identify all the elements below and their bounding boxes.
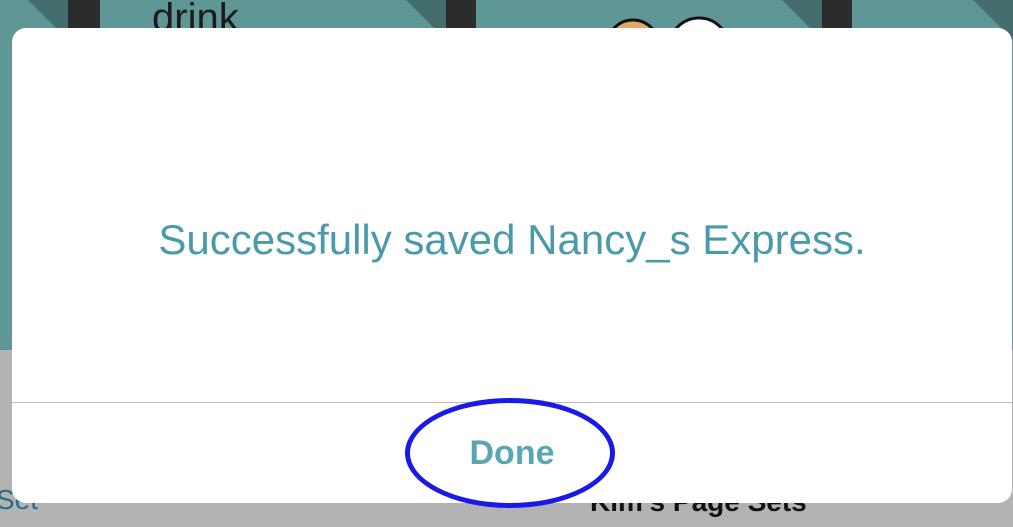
alert-message: Successfully saved Nancy_s Express. bbox=[158, 216, 866, 263]
done-button[interactable]: Done bbox=[12, 403, 1012, 503]
screen: drink Set Kim's Page Sets Successfully s… bbox=[0, 0, 1013, 527]
save-success-alert: Successfully saved Nancy_s Express. Done bbox=[12, 28, 1012, 503]
